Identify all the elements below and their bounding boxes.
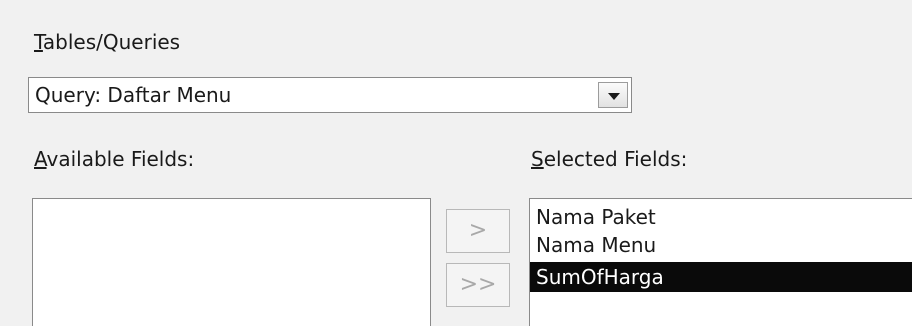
chevron-down-icon	[608, 93, 620, 100]
available-fields-list[interactable]	[32, 198, 431, 326]
tables-queries-label-text: ables/Queries	[42, 30, 181, 54]
tables-queries-dropdown-button[interactable]	[598, 82, 628, 108]
tables-queries-select-value: Query: Daftar Menu	[35, 83, 232, 107]
list-item-selected[interactable]: SumOfHarga	[530, 262, 912, 292]
available-fields-label: Available Fields:	[34, 147, 194, 171]
list-item[interactable]: Nama Menu	[530, 230, 912, 260]
add-field-button[interactable]: >	[446, 209, 510, 253]
available-fields-label-text: vailable Fields:	[46, 147, 195, 171]
tables-queries-accelerator: T	[34, 30, 43, 54]
selected-fields-label: Selected Fields:	[531, 147, 687, 171]
tables-queries-select[interactable]: Query: Daftar Menu	[28, 77, 632, 113]
add-all-fields-button[interactable]: >>	[446, 263, 510, 307]
list-item[interactable]: Nama Paket	[530, 202, 912, 232]
selected-fields-accelerator: S	[531, 147, 544, 171]
available-fields-accelerator: A	[34, 147, 47, 171]
field-picker-dialog: Tables/Queries Query: Daftar Menu Availa…	[0, 0, 912, 326]
selected-fields-list[interactable]: Nama Paket Nama Menu SumOfHarga	[529, 198, 912, 326]
tables-queries-label: Tables/Queries	[34, 30, 180, 54]
selected-fields-label-text: elected Fields:	[543, 147, 688, 171]
